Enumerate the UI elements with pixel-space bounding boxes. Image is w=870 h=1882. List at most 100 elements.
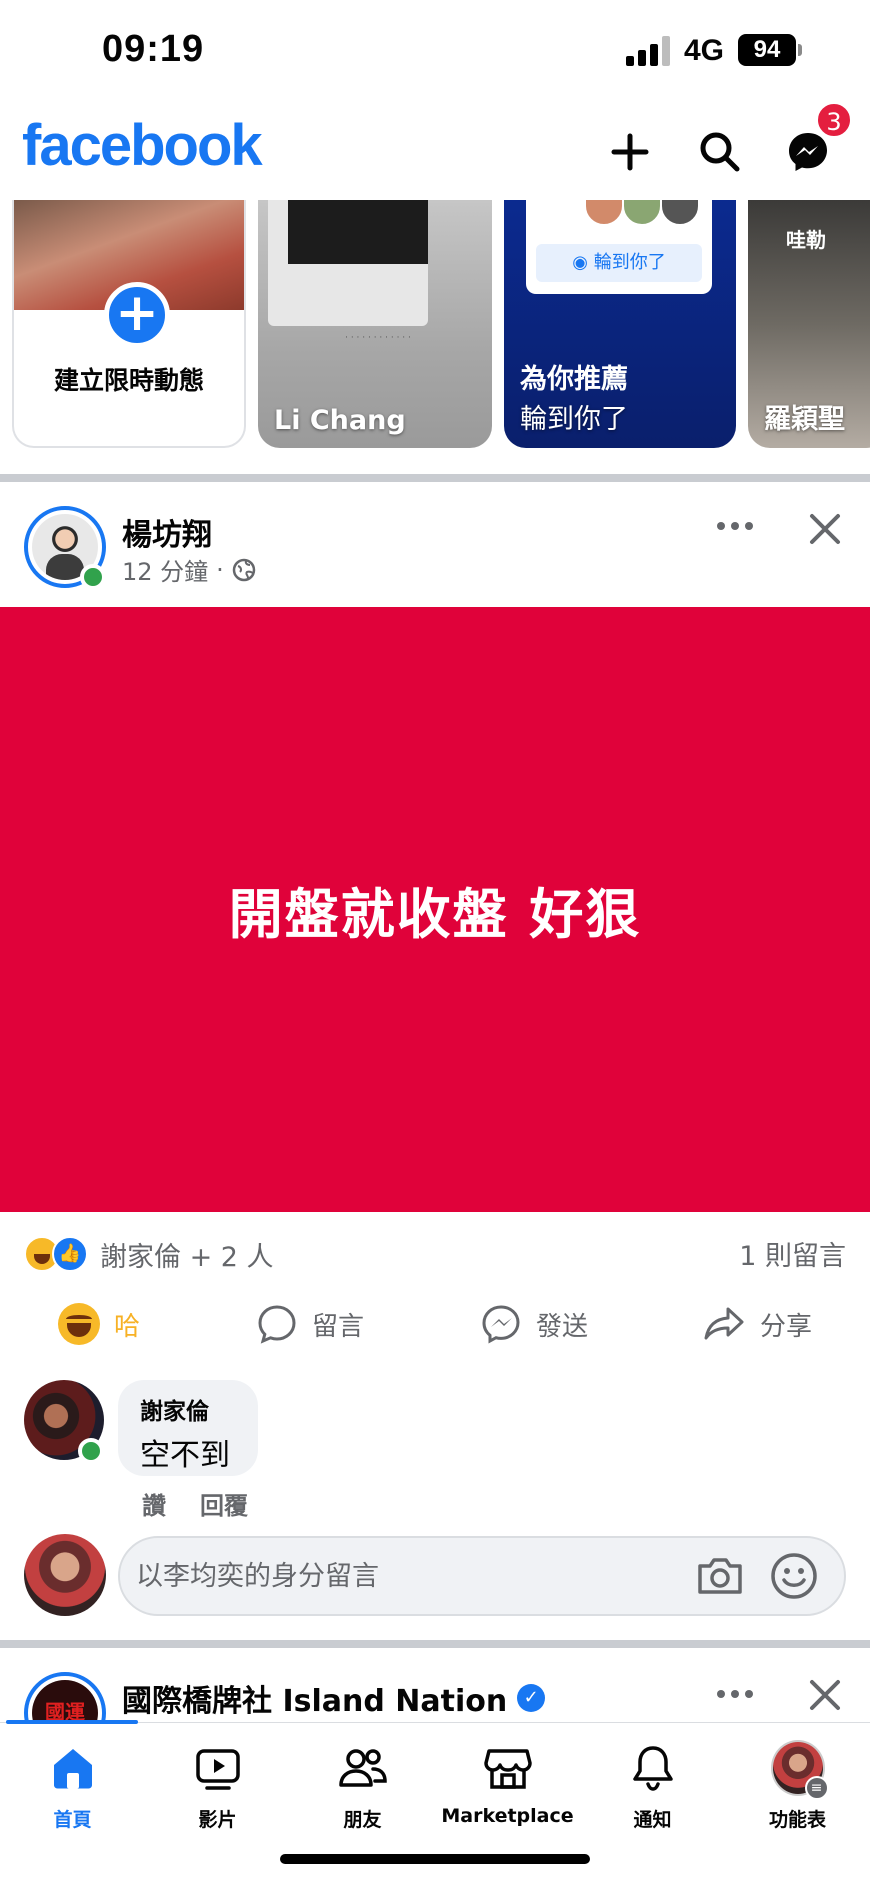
comment-reply-button[interactable]: 回覆	[200, 1486, 248, 1521]
messenger-badge: 3	[816, 102, 852, 138]
create-story-label: 建立限時動態	[53, 366, 204, 395]
comment-text: 空不到	[140, 1438, 230, 1473]
post-author-name[interactable]: 楊坊翔	[122, 510, 212, 554]
comment-label: 留言	[312, 1311, 365, 1342]
commenter-name[interactable]: 謝家倫	[140, 1392, 236, 1426]
comment-button[interactable]: 留言	[256, 1296, 364, 1352]
search-button[interactable]	[690, 122, 750, 182]
app-header: facebook	[0, 104, 870, 200]
battery-icon: 94	[738, 34, 796, 66]
comment-input[interactable]	[136, 1538, 676, 1614]
next-post-author-name: 國際橋牌社 Island Nation	[122, 1684, 508, 1719]
post-colored-text[interactable]: 開盤就收盤 好狠	[0, 607, 870, 1212]
story-name: Li Chang	[274, 405, 406, 436]
story-preview-text: · · · · · · · · · · · ·	[345, 333, 411, 343]
reaction-label: 哈	[114, 1311, 141, 1342]
create-story-card[interactable]: + 建立限時動態	[12, 200, 246, 448]
active-tab-indicator	[6, 1720, 138, 1724]
post-time[interactable]: 12 分鐘	[122, 552, 208, 587]
story-card-li-chang[interactable]: · · · · · · · · · · · · Li Chang	[258, 200, 492, 448]
reactions-summary[interactable]: 👍 謝家倫 + 2 人	[24, 1234, 274, 1274]
hamburger-icon: ≡	[804, 1776, 829, 1800]
messenger-icon	[789, 133, 827, 171]
friends-icon	[336, 1741, 390, 1795]
camera-icon: ◉	[572, 252, 594, 273]
reaction-button[interactable]: 哈	[58, 1296, 140, 1352]
comment-icon	[258, 1305, 296, 1344]
story-overlay-text: 哇勒	[786, 228, 826, 252]
home-icon	[46, 1741, 100, 1795]
facebook-logo[interactable]: facebook	[22, 112, 263, 179]
bell-icon	[626, 1741, 680, 1795]
online-indicator	[78, 1438, 104, 1464]
signal-icon	[626, 36, 672, 66]
current-user-avatar	[24, 1534, 106, 1616]
battery-nub	[798, 44, 802, 56]
status-time: 09:19	[102, 28, 205, 70]
close-icon	[810, 1680, 840, 1710]
nav-video[interactable]: 影片	[145, 1741, 290, 1841]
video-icon	[191, 1741, 245, 1795]
camera-icon	[698, 1558, 742, 1594]
haha-icon	[58, 1303, 100, 1345]
post-action-bar: 哈 留言 發送 分享	[0, 1296, 870, 1352]
nav-friends[interactable]: 朋友	[290, 1741, 435, 1841]
reaction-icons: 👍	[24, 1236, 90, 1272]
meta-separator: ·	[216, 555, 224, 584]
nav-label: 影片	[198, 1809, 237, 1831]
camera-button[interactable]	[694, 1552, 746, 1600]
section-divider	[0, 474, 870, 482]
comment-actions: 讚 回覆	[142, 1486, 248, 1521]
menu-avatar: ≡	[770, 1740, 829, 1800]
story-preview	[268, 200, 428, 326]
share-label: 分享	[760, 1311, 813, 1342]
comment-bubble[interactable]: 謝家倫 空不到	[118, 1380, 258, 1476]
post-text: 開盤就收盤 好狠	[228, 883, 642, 946]
close-icon	[810, 514, 840, 544]
post-close-button[interactable]	[800, 504, 850, 554]
stories-tray: + 建立限時動態 · · · · · · · · · · · · Li Chan…	[0, 200, 870, 450]
create-button[interactable]	[600, 122, 660, 182]
suggestion-subtitle: 輪到你了	[520, 404, 628, 435]
section-divider	[0, 1640, 870, 1648]
online-indicator	[80, 564, 106, 590]
marketplace-icon	[481, 1741, 535, 1795]
nav-label: 通知	[633, 1809, 672, 1831]
nav-label: 朋友	[343, 1809, 382, 1831]
post-meta: 12 分鐘 ·	[122, 552, 256, 587]
comment-count[interactable]: 1 則留言	[739, 1234, 846, 1273]
suggestion-title: 為你推薦	[520, 364, 628, 395]
share-icon	[704, 1307, 744, 1340]
network-type: 4G	[684, 34, 725, 67]
nav-home[interactable]: 首頁	[0, 1741, 145, 1841]
globe-icon	[232, 558, 256, 581]
story-name: 羅穎聖	[764, 404, 845, 435]
status-bar: 09:19 4G 94	[0, 0, 870, 104]
your-turn-button[interactable]: ◉ 輪到你了	[536, 244, 702, 282]
story-card-luo[interactable]: 哇勒 羅穎聖	[748, 200, 870, 448]
send-label: 發送	[536, 1311, 589, 1342]
next-post-author[interactable]: 國際橋牌社 Island Nation ✓	[122, 1676, 546, 1720]
home-indicator	[280, 1854, 590, 1864]
messenger-send-icon	[482, 1305, 520, 1344]
like-reaction-icon: 👍	[52, 1236, 88, 1272]
share-button[interactable]: 分享	[702, 1296, 812, 1352]
verified-badge-icon: ✓	[517, 1684, 546, 1712]
comment-input-box	[118, 1536, 846, 1616]
add-story-plus-icon: +	[104, 282, 170, 348]
comment-like-button[interactable]: 讚	[142, 1486, 166, 1521]
next-post-more-button[interactable]	[710, 1676, 760, 1712]
nav-label: 功能表	[768, 1809, 826, 1831]
nav-menu[interactable]: ≡ 功能表	[725, 1740, 870, 1841]
emoji-icon	[771, 1553, 817, 1599]
search-icon	[700, 132, 740, 172]
send-button[interactable]: 發送	[480, 1296, 588, 1352]
post-more-button[interactable]	[710, 508, 760, 544]
nav-notifications[interactable]: 通知	[580, 1741, 725, 1841]
emoji-button[interactable]	[768, 1550, 820, 1602]
story-card-suggestion[interactable]: ◉ 輪到你了 為你推薦 輪到你了	[504, 200, 736, 448]
nav-label: 首頁	[53, 1809, 92, 1831]
plus-icon	[611, 133, 649, 171]
nav-marketplace[interactable]: Marketplace	[435, 1741, 580, 1841]
next-post-close-button[interactable]	[800, 1670, 850, 1720]
